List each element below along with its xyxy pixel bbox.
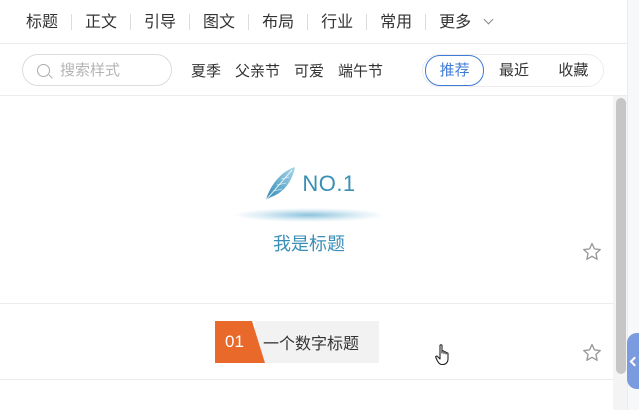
- number-title-text: 一个数字标题: [255, 321, 380, 363]
- sort-segmented-control: 推荐 最近 收藏: [422, 54, 604, 87]
- tab-common[interactable]: 常用: [367, 0, 425, 44]
- segment-favorites[interactable]: 收藏: [544, 56, 603, 85]
- tab-body-text[interactable]: 正文: [72, 0, 130, 44]
- style-card[interactable]: NO.1 我是标题: [0, 96, 613, 304]
- tab-guide[interactable]: 引导: [131, 0, 189, 44]
- search-box[interactable]: [22, 54, 172, 86]
- tab-more-label: 更多: [439, 11, 472, 31]
- scrollbar-thumb[interactable]: [616, 98, 626, 374]
- tag-cute[interactable]: 可爱: [294, 60, 324, 81]
- tag-dragon-boat[interactable]: 端午节: [338, 60, 383, 81]
- style-card[interactable]: 01 一个数字标题: [0, 304, 613, 380]
- style-card[interactable]: [0, 380, 613, 410]
- no1-title-style: NO.1 我是标题: [234, 160, 384, 256]
- tab-title[interactable]: 标题: [12, 0, 71, 44]
- style-list: NO.1 我是标题 01 一个数字标题: [0, 96, 613, 410]
- favorite-star-icon[interactable]: [581, 342, 603, 364]
- search-input[interactable]: [60, 61, 160, 79]
- category-tab-bar: 标题 正文 引导 图文 布局 行业 常用 更多: [0, 0, 627, 44]
- tag-summer[interactable]: 夏季: [191, 60, 221, 81]
- search-icon: [37, 63, 50, 77]
- collapse-panel-button[interactable]: [627, 333, 639, 389]
- feather-icon: [265, 167, 296, 201]
- tab-layout[interactable]: 布局: [249, 0, 307, 44]
- no1-title-text: 我是标题: [273, 234, 345, 255]
- tab-image-text[interactable]: 图文: [190, 0, 248, 44]
- tag-fathers-day[interactable]: 父亲节: [235, 60, 280, 81]
- tab-industry[interactable]: 行业: [308, 0, 366, 44]
- chevron-down-icon: [483, 14, 494, 25]
- no1-header: NO.1: [234, 160, 384, 208]
- segment-recommended[interactable]: 推荐: [425, 55, 485, 86]
- tab-more[interactable]: 更多: [426, 0, 505, 44]
- filter-row: 夏季 父亲节 可爱 端午节 推荐 最近 收藏: [0, 44, 627, 96]
- number-title-style: 01 一个数字标题: [215, 321, 380, 363]
- no1-badge-text: NO.1: [302, 171, 356, 196]
- segment-recent[interactable]: 最近: [484, 56, 543, 85]
- favorite-star-icon[interactable]: [581, 241, 603, 263]
- quick-tags: 夏季 父亲节 可爱 端午节: [191, 44, 383, 96]
- chevron-left-icon: [629, 356, 639, 366]
- no1-glow-decoration: [234, 208, 384, 222]
